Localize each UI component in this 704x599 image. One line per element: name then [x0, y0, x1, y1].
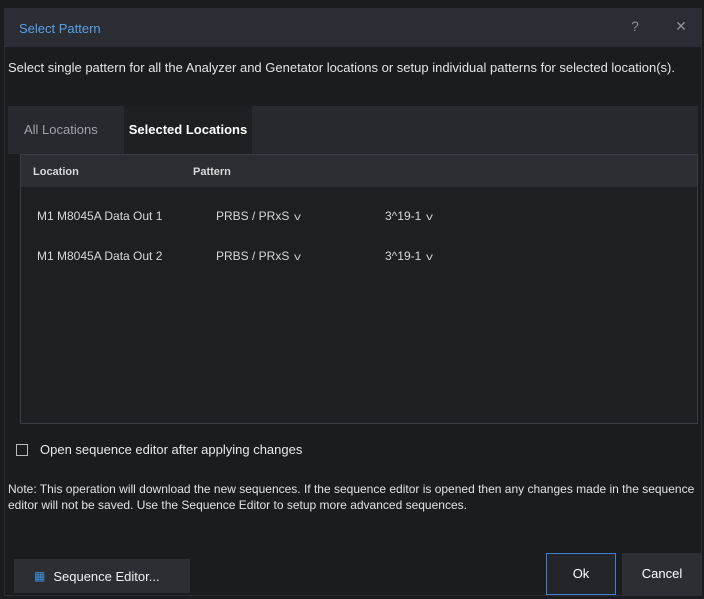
help-icon[interactable]: ? — [627, 18, 643, 35]
variant-value: 3^19-1 — [385, 209, 422, 223]
open-editor-checkbox[interactable] — [16, 443, 28, 456]
location-cell: M1 M8045A Data Out 1 — [37, 209, 163, 223]
sequence-editor-label: Sequence Editor... — [53, 568, 160, 584]
variant-dropdown[interactable]: 3^19-1 v — [385, 209, 434, 223]
title-bar: Select Pattern ? ✕ — [5, 9, 701, 47]
tab-selected-locations[interactable]: Selected Locations — [124, 106, 252, 154]
tab-strip: All Locations Selected Locations — [8, 106, 698, 154]
sequence-editor-icon: ▦ — [34, 569, 46, 583]
pattern-value: PRBS / PRxS — [216, 209, 290, 223]
table-row: M1 M8045A Data Out 2 PRBS / PRxS v 3^19-1… — [21, 245, 697, 269]
pattern-dropdown[interactable]: PRBS / PRxS v — [216, 249, 302, 263]
pattern-dropdown[interactable]: PRBS / PRxS v — [216, 209, 302, 223]
tab-all-locations[interactable]: All Locations — [8, 106, 124, 154]
location-cell: M1 M8045A Data Out 2 — [37, 249, 163, 263]
table-header: Location Pattern — [21, 155, 697, 187]
column-header-location: Location — [33, 166, 79, 178]
table-row: M1 M8045A Data Out 1 PRBS / PRxS v 3^19-1… — [21, 205, 697, 229]
variant-dropdown[interactable]: 3^19-1 v — [385, 249, 434, 263]
cancel-button[interactable]: Cancel — [622, 553, 702, 595]
sequence-editor-button[interactable]: ▦ Sequence Editor... — [14, 559, 190, 593]
column-header-pattern: Pattern — [193, 166, 231, 178]
open-editor-label: Open sequence editor after applying chan… — [40, 442, 303, 457]
pattern-value: PRBS / PRxS — [216, 249, 290, 263]
open-editor-option[interactable]: Open sequence editor after applying chan… — [16, 442, 302, 457]
chevron-down-icon: v — [426, 252, 434, 263]
chevron-down-icon: v — [426, 212, 434, 223]
close-icon[interactable]: ✕ — [673, 18, 689, 35]
note-text: Note: This operation will download the n… — [8, 482, 695, 512]
chevron-down-icon: v — [294, 212, 302, 223]
description-text: Select single pattern for all the Analyz… — [8, 60, 675, 75]
dialog-title: Select Pattern — [19, 21, 101, 36]
chevron-down-icon: v — [294, 252, 302, 263]
ok-button[interactable]: Ok — [546, 553, 616, 595]
variant-value: 3^19-1 — [385, 249, 422, 263]
locations-table: Location Pattern M1 M8045A Data Out 1 PR… — [20, 154, 698, 424]
